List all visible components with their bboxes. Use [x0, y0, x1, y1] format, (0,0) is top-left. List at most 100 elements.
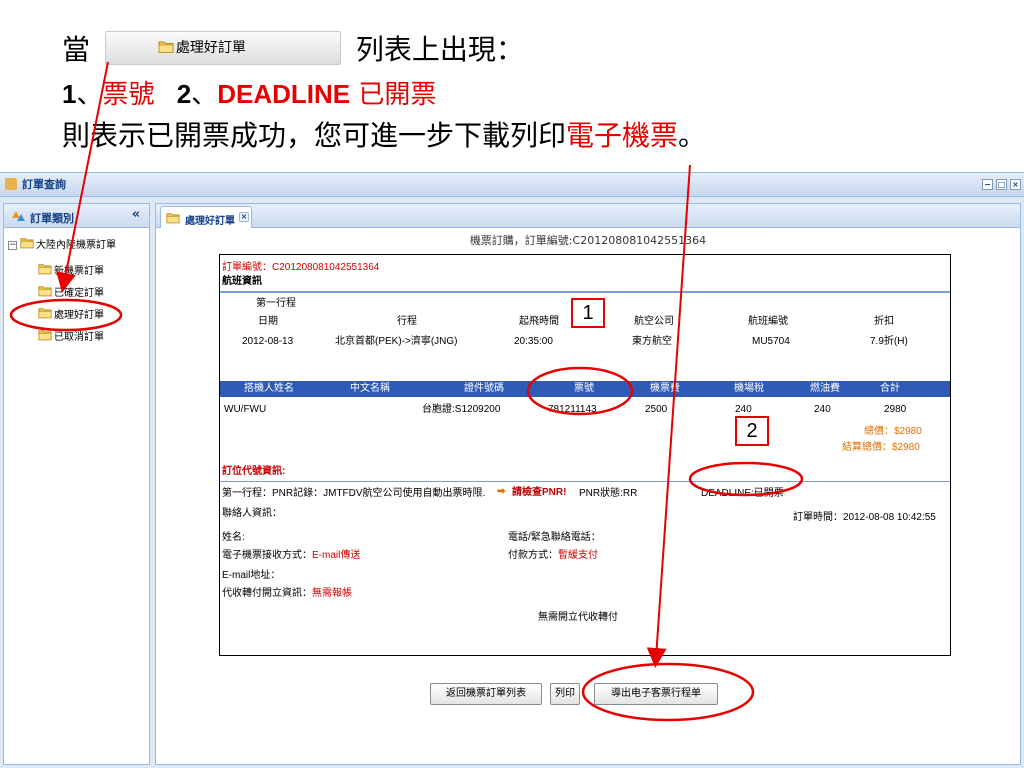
flight-header-airline: 航空公司 — [634, 316, 674, 327]
instruction-line-3: 則表示已開票成功，您可進一步下載列印電子機票。 — [62, 116, 706, 156]
eticket-method: 電子機票接收方式：E-mail傳送 — [222, 549, 360, 563]
sidebar-item-new-orders[interactable]: 新機票訂單 — [38, 260, 104, 278]
tree-root-mainland-orders[interactable]: − 大陸內陸機票訂單 — [8, 234, 116, 252]
folder-icon — [166, 213, 180, 224]
phone-label: 電話/緊急聯絡電話： — [508, 532, 601, 543]
booking-section-title: 訂位代號資訊: — [222, 466, 286, 477]
check-pnr-link[interactable]: 請檢查PNR! — [512, 486, 566, 500]
order-time: 訂單時間：2012-08-08 10:42:55 — [793, 512, 936, 523]
pax-header-chinese-name: 中文名稱 — [350, 383, 390, 394]
maximize-button[interactable]: □ — [996, 179, 1007, 190]
separator: 、 — [76, 80, 103, 110]
back-to-orders-button[interactable]: 返回機票訂單列表 — [430, 683, 542, 705]
pax-header-total: 合計 — [880, 383, 900, 394]
folder-icon — [20, 238, 34, 249]
email-label: E-mail地址： — [222, 570, 281, 581]
instruction-prefix: 當 — [62, 33, 91, 66]
flight-airline: 東方航空 — [632, 336, 672, 347]
section-divider — [220, 291, 950, 293]
tab-processed-orders[interactable]: 處理好訂單 × — [160, 206, 252, 228]
page-title: 機票訂購，訂單編號:C201208081042551364 — [469, 234, 707, 247]
annotation-marker-2: 2 — [735, 416, 769, 446]
pnr-status: PNR狀態:RR — [579, 488, 638, 499]
payment-value: 暫緩支付 — [558, 550, 598, 561]
name-label: 姓名: — [222, 532, 245, 543]
ticket-number-keyword: 票號 — [102, 80, 155, 110]
annotation-marker-1: 1 — [571, 298, 605, 328]
pax-fare: 2500 — [645, 404, 668, 415]
tab-strip: 處理好訂單 × — [156, 204, 1020, 228]
tree-root-label: 大陸內陸機票訂單 — [36, 240, 116, 251]
folder-icon — [158, 41, 174, 53]
instruction-line-2: 1、票號 2、DEADLINE 已開票 — [62, 76, 436, 112]
tree-collapse-toggle[interactable]: − — [8, 241, 17, 250]
pax-header-airport-tax: 機場稅 — [734, 383, 764, 394]
deadline-keyword: DEADLINE — [217, 79, 351, 109]
instruction-suffix: 列表上出現： — [355, 33, 524, 66]
passenger-table-header: 搭機人姓名 中文名稱 證件號碼 票號 機票費 機場稅 燃油費 合計 — [220, 381, 950, 397]
minimize-button[interactable]: − — [982, 179, 993, 190]
order-number: 訂單編號：C201208081042551364 — [222, 262, 380, 273]
order-category-sidebar: 訂單類別 « − 大陸內陸機票訂單 新機票訂單 已確定訂單 處理好訂單 已取消訂單 — [3, 203, 150, 765]
flight-header-date: 日期 — [258, 316, 278, 327]
condition-number-1: 1 — [62, 79, 77, 109]
pax-header-id-no: 證件號碼 — [464, 383, 504, 394]
flight-header-departure: 起飛時間 — [519, 316, 559, 327]
sidebar-title: 訂單類別 — [30, 212, 74, 225]
pax-header-fuel: 燃油費 — [810, 383, 840, 394]
pax-name: WU/FWU — [224, 404, 267, 415]
folder-icon — [38, 286, 52, 297]
sidebar-item-confirmed-orders[interactable]: 已確定訂單 — [38, 282, 104, 300]
separator: 、 — [191, 80, 218, 110]
category-icon — [12, 211, 25, 221]
collapse-sidebar-button[interactable]: « — [129, 207, 143, 222]
sidebar-item-label: 已取消訂單 — [54, 332, 104, 343]
instruction-period: 。 — [678, 119, 707, 152]
payment-method: 付款方式：暫緩支付 — [508, 549, 598, 563]
pnr-record: 第一行程：PNR記錄：JMTFDV航空公司使用自動出票時限. — [222, 488, 486, 499]
pax-total: 2980 — [884, 404, 907, 415]
folder-icon — [38, 330, 52, 341]
pax-header-ticket-no: 票號 — [574, 383, 594, 394]
flight-discount: 7.9折(H) — [870, 336, 908, 347]
collect-info: 代收轉付開立資訊：無需報帳 — [222, 587, 352, 601]
flight-date: 2012-08-13 — [242, 336, 294, 347]
collect-label: 代收轉付開立資訊： — [222, 588, 312, 599]
tab-label: 處理好訂單 — [185, 216, 235, 227]
collect-value: 無需報帳 — [312, 588, 352, 599]
trip-label: 第一行程 — [256, 298, 296, 309]
flight-number: MU5704 — [752, 336, 790, 347]
sidebar-item-processed-orders[interactable]: 處理好訂單 — [38, 304, 104, 322]
processed-orders-tab-sample: 處理好訂單 — [104, 31, 341, 65]
sidebar-header: 訂單類別 « — [4, 204, 149, 228]
export-eticket-itinerary-button[interactable]: 導出电子客票行程单 — [594, 683, 718, 705]
deadline-status: DEADLINE:已開票 — [701, 488, 784, 499]
pax-header-name: 搭機人姓名 — [244, 383, 294, 394]
instruction-text: 則表示已開票成功，您可進一步下載列印 — [62, 119, 567, 152]
tab-close-icon[interactable]: × — [239, 212, 249, 222]
window-icon — [5, 178, 17, 190]
window-titlebar: 訂單查詢 − □ × — [0, 173, 1024, 197]
section-divider — [220, 481, 950, 482]
settlement-price: 結算總價：$2980 — [842, 442, 920, 453]
close-button[interactable]: × — [1010, 179, 1021, 190]
total-price: 總價：$2980 — [864, 426, 922, 437]
instruction-line-1: 當 處理好訂單 列表上出現： — [62, 30, 524, 70]
arrow-right-icon: ➡ — [497, 486, 506, 497]
folder-icon — [38, 264, 52, 275]
pax-ticket-no: 781211143 — [548, 404, 597, 415]
flight-header-route: 行程 — [397, 316, 417, 327]
order-query-window: 訂單查詢 − □ × 訂單類別 « − 大陸內陸機票訂單 新機票訂單 已確定訂單 … — [0, 172, 1024, 768]
flight-section-title: 航班資訊 — [222, 276, 262, 287]
payment-label: 付款方式： — [508, 550, 558, 561]
pax-header-fare: 機票費 — [650, 383, 680, 394]
print-button[interactable]: 列印 — [550, 683, 580, 705]
sidebar-item-cancelled-orders[interactable]: 已取消訂單 — [38, 326, 104, 344]
main-panel: 處理好訂單 × 機票訂購，訂單編號:C201208081042551364 訂單… — [155, 203, 1021, 765]
sidebar-item-label: 新機票訂單 — [54, 266, 104, 277]
eticket-method-value: E-mail傳送 — [312, 550, 361, 561]
condition-number-2: 2 — [176, 79, 192, 109]
flight-header-flight-no: 航班編號 — [748, 316, 788, 327]
eticket-method-label: 電子機票接收方式： — [222, 550, 312, 561]
eticket-keyword: 電子機票 — [566, 119, 679, 152]
